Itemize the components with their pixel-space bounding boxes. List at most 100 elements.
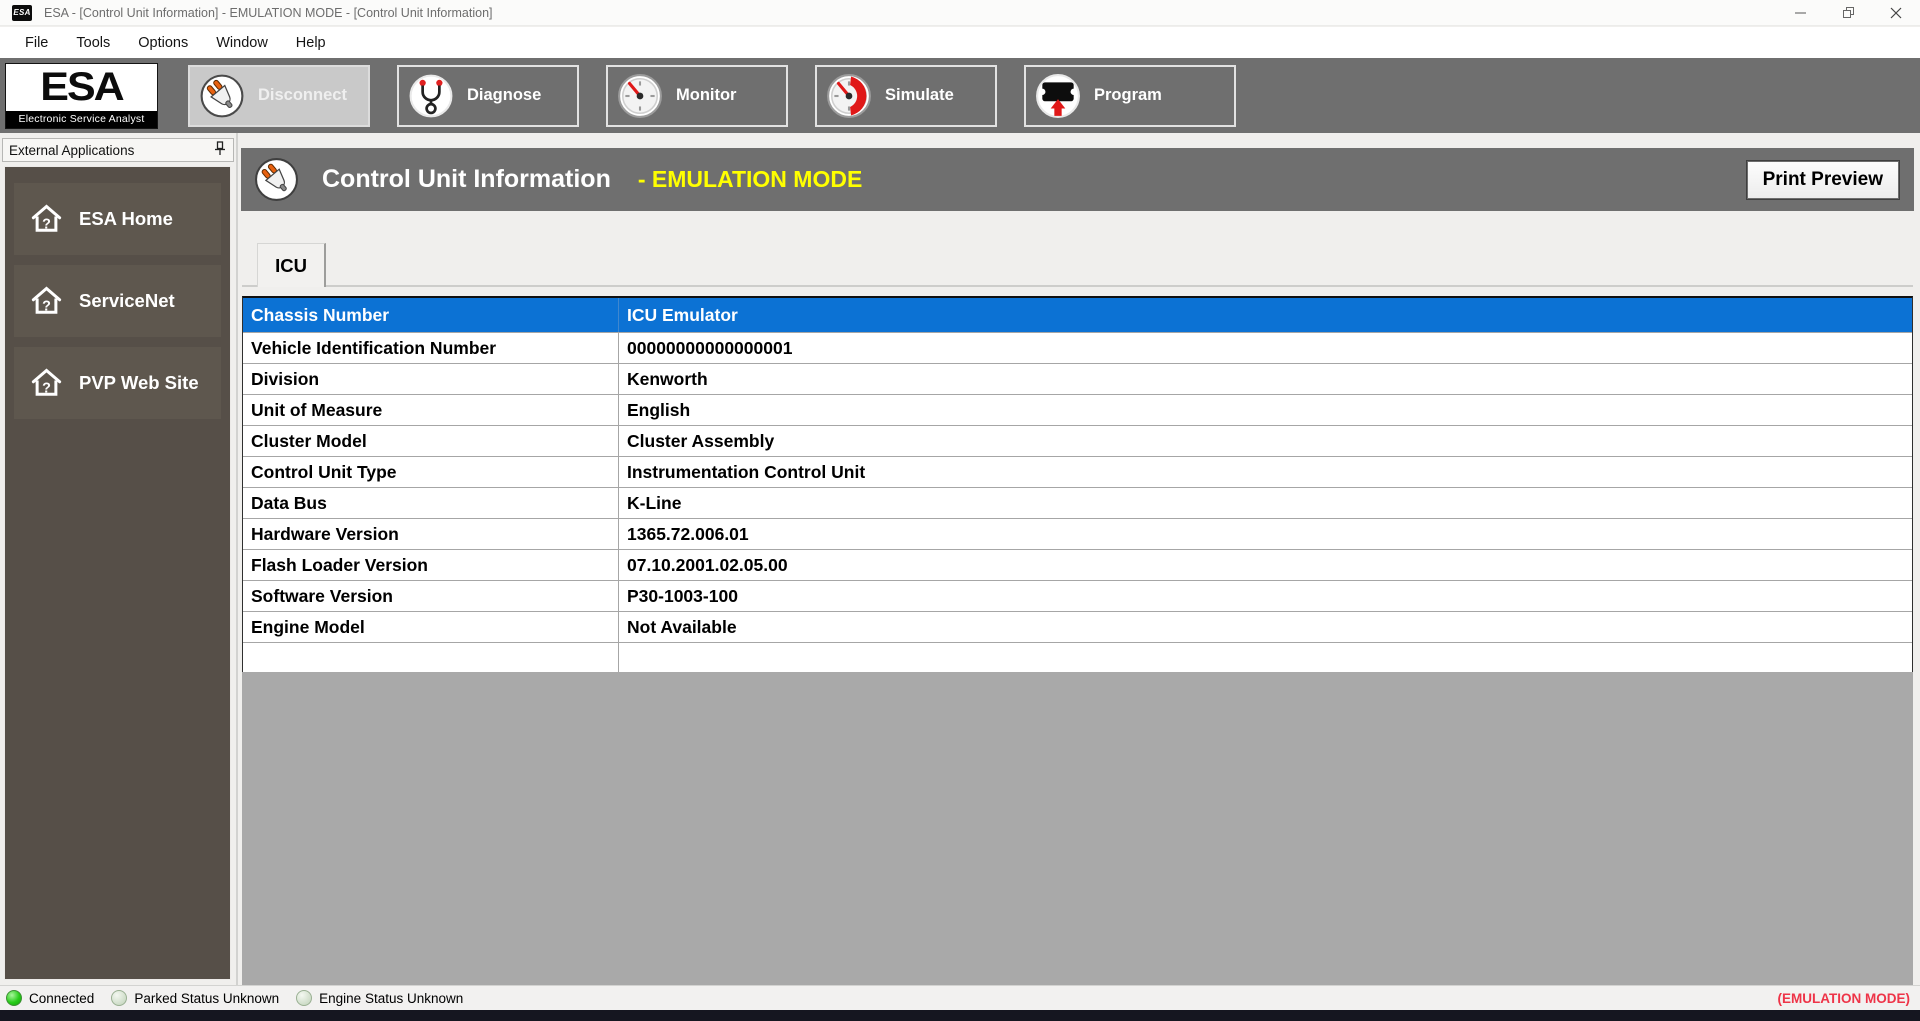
row-value: Instrumentation Control Unit: [619, 457, 1912, 487]
table-header-value: ICU Emulator: [619, 298, 1912, 332]
window-controls: [1776, 0, 1920, 25]
row-label: Control Unit Type: [243, 457, 619, 487]
minimize-button[interactable]: [1776, 0, 1824, 25]
page-title: Control Unit Information: [322, 165, 611, 194]
svg-text:?: ?: [42, 298, 51, 314]
svg-text:?: ?: [42, 380, 51, 396]
table-header-row[interactable]: Chassis Number ICU Emulator: [243, 298, 1912, 332]
sidebar-item-pvp-web-site[interactable]: ? PVP Web Site: [14, 347, 221, 419]
titlebar: ESA ESA - [Control Unit Information] - E…: [0, 0, 1920, 26]
menubar: File Tools Options Window Help: [0, 27, 1920, 58]
pin-icon[interactable]: [214, 141, 226, 159]
window-title: ESA - [Control Unit Information] - EMULA…: [44, 6, 493, 20]
row-value: [619, 643, 1912, 672]
diagnose-button[interactable]: Diagnose: [397, 65, 579, 127]
control-unit-table: Chassis Number ICU Emulator Vehicle Iden…: [242, 296, 1913, 673]
table-row-empty[interactable]: [243, 642, 1912, 672]
sidebar-header: External Applications: [2, 138, 234, 162]
sidebar-header-label: External Applications: [9, 143, 134, 158]
row-value: 07.10.2001.02.05.00: [619, 550, 1912, 580]
main-toolbar: ESA Electronic Service Analyst Disconnec…: [0, 58, 1920, 133]
external-applications-sidebar: External Applications ?: [0, 133, 238, 985]
row-label: Cluster Model: [243, 426, 619, 456]
emulation-mode-label: - EMULATION MODE: [638, 166, 862, 193]
row-label: Software Version: [243, 581, 619, 611]
content-background: [242, 672, 1913, 985]
sidebar-item-label: PVP Web Site: [79, 372, 199, 394]
gauge-simulate-icon: [826, 73, 872, 119]
menu-window[interactable]: Window: [202, 35, 282, 51]
workspace: External Applications ?: [0, 133, 1920, 985]
row-label: Division: [243, 364, 619, 394]
row-value: P30-1003-100: [619, 581, 1912, 611]
sidebar-item-label: ESA Home: [79, 208, 173, 230]
stethoscope-icon: [408, 73, 454, 119]
status-engine: Engine Status Unknown: [296, 990, 463, 1006]
table-row[interactable]: Hardware Version 1365.72.006.01: [243, 518, 1912, 549]
plug-icon: [254, 157, 299, 202]
esa-logo: ESA Electronic Service Analyst: [5, 63, 158, 129]
monitor-label: Monitor: [676, 86, 736, 105]
status-connected: Connected: [6, 990, 94, 1006]
home-icon: ?: [30, 368, 63, 398]
app-icon: ESA: [12, 5, 32, 21]
plug-icon: [199, 73, 245, 119]
taskbar-edge: [0, 1010, 1920, 1021]
close-button[interactable]: [1872, 0, 1920, 25]
table-row[interactable]: Unit of Measure English: [243, 394, 1912, 425]
home-icon: ?: [30, 286, 63, 316]
disconnect-button[interactable]: Disconnect: [188, 65, 370, 127]
app-window: ESA ESA - [Control Unit Information] - E…: [0, 0, 1920, 1021]
menu-options[interactable]: Options: [124, 35, 202, 51]
row-label: Engine Model: [243, 612, 619, 642]
statusbar: Connected Parked Status Unknown Engine S…: [0, 985, 1920, 1010]
tabstrip: ICU: [242, 211, 1913, 287]
print-preview-button[interactable]: Print Preview: [1747, 161, 1899, 199]
row-value: Not Available: [619, 612, 1912, 642]
diagnose-label: Diagnose: [467, 86, 541, 105]
table-row[interactable]: Control Unit Type Instrumentation Contro…: [243, 456, 1912, 487]
engine-status-icon: [296, 990, 312, 1006]
row-value: Cluster Assembly: [619, 426, 1912, 456]
menu-tools[interactable]: Tools: [62, 35, 124, 51]
status-label: Connected: [29, 991, 94, 1006]
status-label: Engine Status Unknown: [319, 991, 463, 1006]
close-icon: [1890, 7, 1902, 19]
table-row[interactable]: Cluster Model Cluster Assembly: [243, 425, 1912, 456]
row-value: 1365.72.006.01: [619, 519, 1912, 549]
main-content: Control Unit Information - EMULATION MOD…: [240, 133, 1920, 985]
esa-logo-text: ESA: [6, 65, 157, 108]
simulate-label: Simulate: [885, 86, 954, 105]
row-label: Data Bus: [243, 488, 619, 518]
menu-help[interactable]: Help: [282, 35, 340, 51]
table-row[interactable]: Flash Loader Version 07.10.2001.02.05.00: [243, 549, 1912, 580]
program-label: Program: [1094, 86, 1162, 105]
tab-icu[interactable]: ICU: [257, 243, 326, 287]
row-label: [243, 643, 619, 672]
emulation-mode-note: (EMULATION MODE): [1778, 991, 1910, 1006]
menu-file[interactable]: File: [11, 35, 62, 51]
table-row[interactable]: Software Version P30-1003-100: [243, 580, 1912, 611]
row-label: Unit of Measure: [243, 395, 619, 425]
table-row[interactable]: Division Kenworth: [243, 363, 1912, 394]
status-label: Parked Status Unknown: [134, 991, 279, 1006]
sidebar-item-esa-home[interactable]: ? ESA Home: [14, 183, 221, 255]
row-label: Flash Loader Version: [243, 550, 619, 580]
restore-button[interactable]: [1824, 0, 1872, 25]
program-button[interactable]: Program: [1024, 65, 1236, 127]
monitor-button[interactable]: Monitor: [606, 65, 788, 127]
table-row[interactable]: Engine Model Not Available: [243, 611, 1912, 642]
page-header: Control Unit Information - EMULATION MOD…: [241, 148, 1914, 211]
program-chip-icon: [1035, 73, 1081, 119]
disconnect-label: Disconnect: [258, 86, 347, 105]
sidebar-item-servicenet[interactable]: ? ServiceNet: [14, 265, 221, 337]
table-header-label: Chassis Number: [243, 298, 619, 332]
simulate-button[interactable]: Simulate: [815, 65, 997, 127]
esa-logo-subtitle: Electronic Service Analyst: [6, 111, 157, 128]
sidebar-panel: ? ESA Home ? ServiceNet: [4, 166, 231, 980]
sidebar-item-label: ServiceNet: [79, 290, 175, 312]
table-row[interactable]: Vehicle Identification Number 0000000000…: [243, 332, 1912, 363]
connected-status-icon: [6, 990, 22, 1006]
minimize-icon: [1795, 7, 1806, 18]
table-row[interactable]: Data Bus K-Line: [243, 487, 1912, 518]
